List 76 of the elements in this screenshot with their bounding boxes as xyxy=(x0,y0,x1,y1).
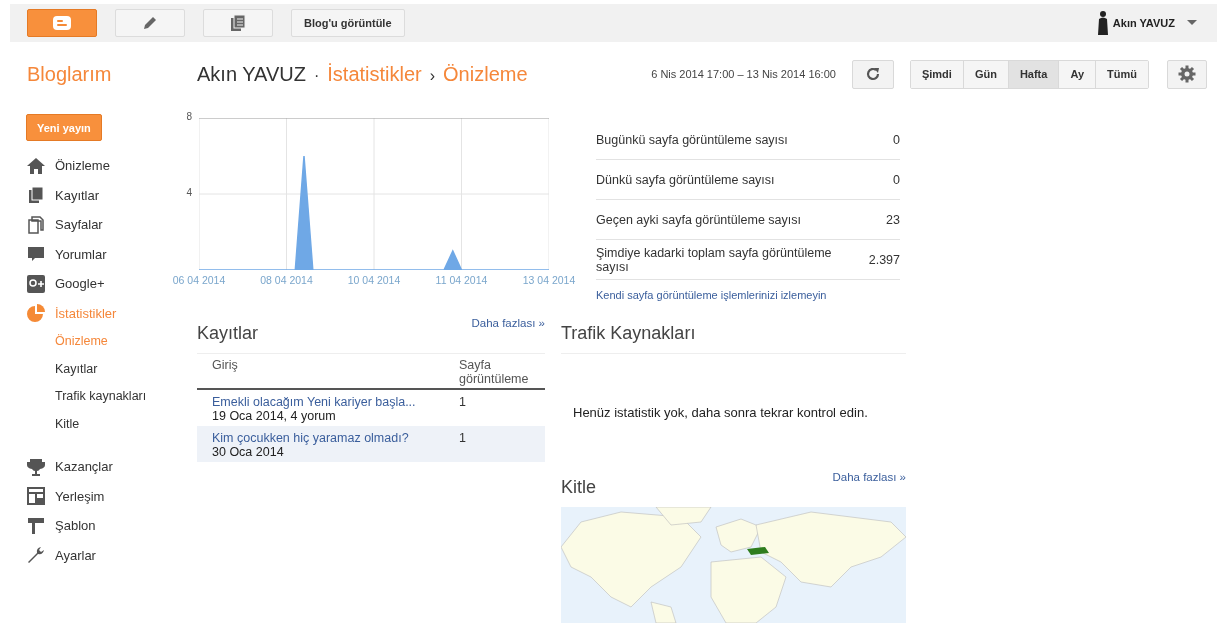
settings-icon xyxy=(1178,65,1196,83)
post-row[interactable]: Emekli olacağım Yeni kariyer başla... 19 Oca 2014, 4 yorum 1 xyxy=(197,390,545,426)
blogger-icon xyxy=(51,15,73,31)
period-tab[interactable]: Ay xyxy=(1059,60,1097,88)
column-header: Sayfa görüntüleme xyxy=(459,358,530,386)
stat-value: 2.397 xyxy=(868,252,900,267)
settings-button[interactable] xyxy=(1167,59,1207,89)
posts-icon xyxy=(26,185,46,206)
period-tab[interactable]: Tümü xyxy=(1096,60,1148,88)
y-tick-label: 4 xyxy=(186,187,192,198)
view-blog-button[interactable]: Blog'u görüntüle xyxy=(291,9,405,37)
x-tick-label: 06 04 2014 xyxy=(171,274,227,286)
stats-icon xyxy=(26,303,46,324)
blogger-button[interactable] xyxy=(27,9,97,37)
layout-icon xyxy=(26,486,46,507)
x-tick-label: 13 04 2014 xyxy=(521,274,577,286)
section-title: Trafik Kaynakları xyxy=(561,322,696,344)
column-header: Giriş xyxy=(211,358,239,374)
breadcrumb-arrow: › xyxy=(429,66,436,85)
stat-value: 0 xyxy=(893,132,900,147)
x-tick-label: 11 04 2014 xyxy=(434,274,489,286)
tracking-link[interactable]: Kendi sayfa görüntüleme işlemlerinizi izlemeyin xyxy=(596,289,900,301)
sidebar-item[interactable]: Google+ xyxy=(26,269,170,299)
gplus-icon xyxy=(26,273,46,294)
stat-label: Geçen ayki sayfa görüntüleme sayısı xyxy=(596,212,802,227)
documents-icon xyxy=(230,14,246,32)
sidebar-subitem[interactable]: Trafik kaynakları xyxy=(26,383,170,411)
pencil-icon xyxy=(141,14,159,32)
date-range: 6 Nis 2014 17:00 – 13 Nis 2014 16:00 xyxy=(651,68,836,80)
page-title: Önizleme xyxy=(443,62,528,86)
empty-message: Henüz istatistik yok, daha sonra tekrar kontrol edin. xyxy=(572,404,869,422)
stat-label: Bugünkü sayfa görüntüleme sayısı xyxy=(596,132,789,147)
y-tick-label: 8 xyxy=(186,111,192,122)
x-tick-label: 08 04 2014 xyxy=(259,274,314,286)
view-count: 1 xyxy=(459,395,467,411)
more-link[interactable]: Daha fazlası » xyxy=(471,317,545,329)
blog-name: Akın YAVUZ xyxy=(197,62,306,86)
x-tick-label: 10 04 2014 xyxy=(346,274,402,286)
period-tab[interactable]: Hafta xyxy=(1008,60,1060,88)
view-count: 1 xyxy=(459,431,467,447)
sidebar-item[interactable]: Sayfalar xyxy=(26,210,170,240)
stat-value: 23 xyxy=(886,212,900,227)
post-row[interactable]: Kim çocukken hiç yaramaz olmadı? 30 Oca 2014 1 xyxy=(197,426,545,462)
stat-value: 0 xyxy=(893,172,900,187)
stat-label: Şimdiye kadarki toplam sayfa görüntüleme sayısı xyxy=(596,245,833,274)
section-title: Kayıtlar xyxy=(197,322,259,344)
sidebar-subitem[interactable]: Kayıtlar xyxy=(26,355,170,383)
sidebar-item[interactable]: Kazançlar xyxy=(26,452,170,482)
new-post-button[interactable] xyxy=(115,9,185,37)
posts-button[interactable] xyxy=(203,9,273,37)
sidebar-item[interactable]: Kayıtlar xyxy=(26,180,170,210)
more-link[interactable]: Daha fazlası » xyxy=(832,471,906,483)
post-meta: 30 Oca 2014 xyxy=(212,445,285,459)
section-title: Kitle xyxy=(561,476,596,498)
trophy-icon xyxy=(26,456,46,477)
avatar-icon xyxy=(1096,10,1109,36)
post-title-link[interactable]: Emekli olacağım Yeni kariyer başla... xyxy=(212,395,459,409)
refresh-icon xyxy=(864,66,881,82)
caret-icon[interactable] xyxy=(1187,20,1197,26)
period-tab[interactable]: Şimdi xyxy=(910,60,964,88)
post-title-link[interactable]: Kim çocukken hiç yaramaz olmadı? xyxy=(212,431,459,445)
period-tab[interactable]: Gün xyxy=(963,60,1009,88)
home-icon xyxy=(26,155,46,176)
stat-label: Dünkü sayfa görüntüleme sayısı xyxy=(596,172,776,187)
wrench-icon xyxy=(26,545,46,566)
refresh-button[interactable] xyxy=(851,59,894,89)
sidebar-subitem[interactable]: Kitle xyxy=(26,410,170,438)
sidebar-item[interactable]: Ayarlar xyxy=(26,540,170,570)
sidebar-item[interactable]: Yorumlar xyxy=(26,239,170,269)
separator: · xyxy=(313,66,320,85)
post-meta: 19 Oca 2014, 4 yorum xyxy=(212,409,337,423)
sidebar-item[interactable]: Şablon xyxy=(26,511,170,541)
sidebar-item[interactable]: Önizleme xyxy=(26,151,170,181)
user-name[interactable]: Akın YAVUZ xyxy=(1112,17,1175,29)
sidebar-item[interactable]: Yerleşim xyxy=(26,481,170,511)
pages-icon xyxy=(26,214,46,235)
